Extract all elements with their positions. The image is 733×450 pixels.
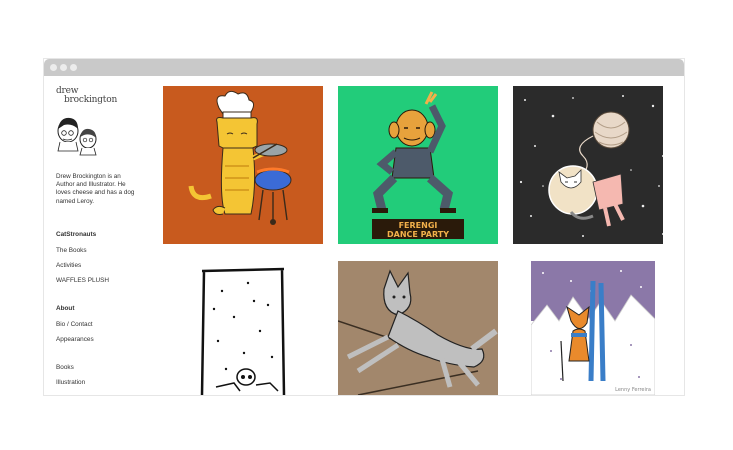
nav-bio-contact[interactable]: Bio / Contact — [56, 321, 93, 328]
dance-party-illustration: FERENGI DANCE PARTY — [338, 86, 498, 244]
nav-about[interactable]: About — [56, 305, 74, 312]
gallery-tile-fox-skier[interactable]: Lenny Ferreira — [531, 261, 655, 395]
artist-signature: Lenny Ferreira — [615, 387, 651, 393]
gallery-tile-leaping-wolf[interactable] — [338, 261, 498, 395]
fox-skier-illustration: Lenny Ferreira — [531, 261, 655, 395]
gallery-tile-dance-party[interactable]: FERENGI DANCE PARTY — [338, 86, 498, 244]
nav-the-books[interactable]: The Books — [56, 247, 87, 254]
catstronaut-space-illustration — [513, 86, 663, 244]
leaping-wolf-illustration — [338, 261, 498, 395]
poster-title-line2: DANCE PARTY — [387, 230, 449, 239]
nav-waffles-plush[interactable]: WAFFLES PLUSH — [56, 277, 109, 284]
poster-title-line1: FERENGI — [399, 221, 438, 230]
illustration-gallery: FERENGI DANCE PARTY Lenny Ferreira — [163, 86, 663, 395]
nav-books[interactable]: Books — [56, 364, 74, 371]
cat-chef-illustration — [163, 86, 323, 244]
nav-catstronauts[interactable]: CatStronauts — [56, 231, 96, 238]
gallery-tile-cat-chef[interactable] — [163, 86, 323, 244]
nav-appearances[interactable]: Appearances — [56, 336, 94, 343]
gallery-tile-catstronaut-space[interactable] — [513, 86, 663, 244]
skeleton-sketch-illustration — [198, 261, 288, 395]
nav-illustration[interactable]: Illustration — [56, 379, 85, 386]
gallery-tile-skeleton-sketch[interactable] — [198, 261, 288, 395]
nav-activities[interactable]: Activities — [56, 262, 81, 269]
sidebar-nav: CatStronauts The Books Activities WAFFLE… — [56, 59, 156, 395]
browser-window: drew brockington Drew Brockington is an … — [44, 59, 684, 395]
